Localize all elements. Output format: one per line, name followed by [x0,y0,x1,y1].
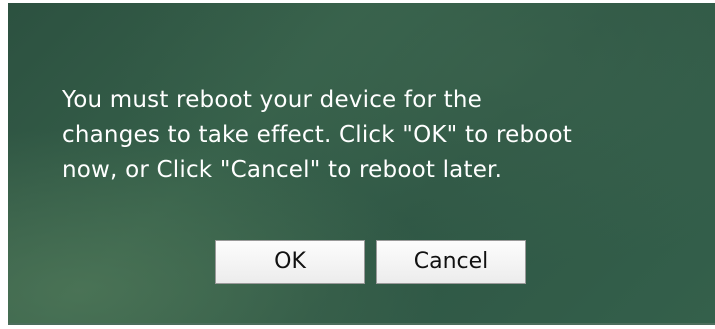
reboot-message: You must reboot your device for the chan… [62,83,702,188]
message-line-2: changes to take effect. Click "OK" to re… [62,122,573,148]
screen-frame: You must reboot your device for the chan… [0,0,715,329]
message-line-1: You must reboot your device for the [62,87,482,113]
reboot-dialog: You must reboot your device for the chan… [8,3,715,323]
ok-button[interactable]: OK [215,240,365,284]
dialog-bottom-edge [8,323,715,325]
message-line-3: now, or Click "Cancel" to reboot later. [62,157,503,183]
cancel-button[interactable]: Cancel [376,240,526,284]
